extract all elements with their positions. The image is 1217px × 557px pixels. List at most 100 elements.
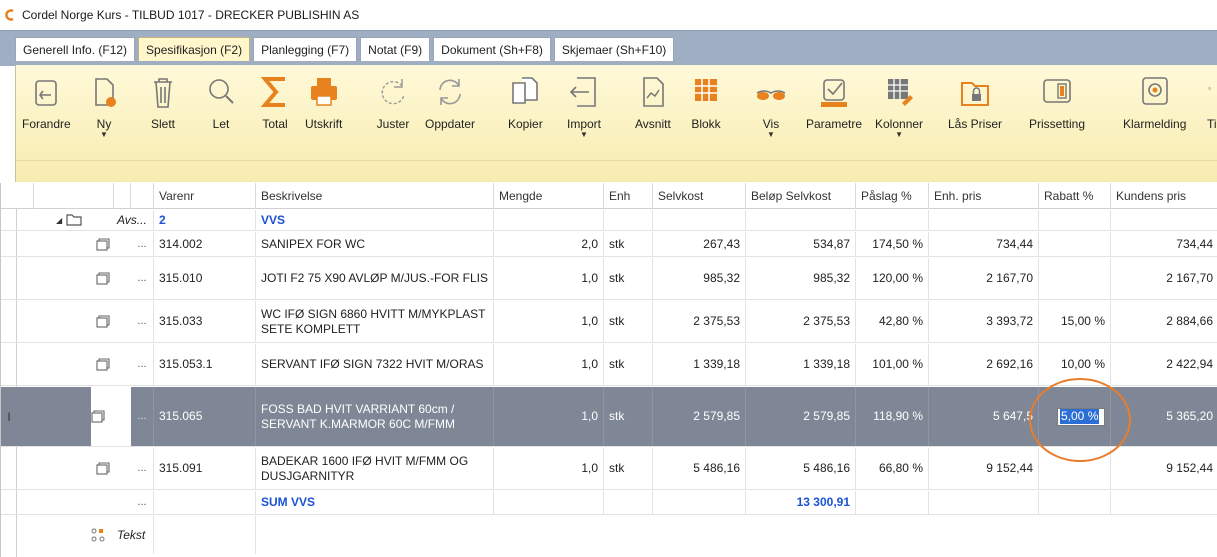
let-button[interactable]: Let xyxy=(204,73,238,155)
cell-varenr[interactable]: 315.033 xyxy=(154,301,256,342)
ny-button[interactable]: Ny ▼ xyxy=(87,73,121,155)
cell-enh-pris[interactable]: 9 152,44 xyxy=(929,448,1039,489)
cell-mengde[interactable]: 2,0 xyxy=(494,232,604,256)
cell-mengde[interactable]: 1,0 xyxy=(494,344,604,385)
cell-varenr[interactable]: 315.065 xyxy=(154,387,256,446)
tab-planlegging[interactable]: Planlegging (F7) xyxy=(253,37,358,61)
table-row-selected[interactable]: I ... 315.065 FOSS BAD HVIT VARRIANT 60c… xyxy=(1,387,1217,447)
cell-beskrivelse[interactable]: SERVANT IFØ SIGN 7322 HVIT M/ORAS xyxy=(256,344,494,385)
table-row[interactable]: ... 314.002 SANIPEX FOR WC 2,0 stk 267,4… xyxy=(1,232,1217,257)
tab-spesifikasjon[interactable]: Spesifikasjon (F2) xyxy=(138,37,251,61)
tab-skjemaer[interactable]: Skjemaer (Sh+F10) xyxy=(553,37,675,61)
cell-beskrivelse[interactable]: BADEKAR 1600 IFØ HVIT M/FMM OG DUSJGARNI… xyxy=(256,448,494,489)
cell-enh[interactable]: stk xyxy=(604,232,653,256)
cell-kundens-pris[interactable]: 734,44 xyxy=(1111,232,1217,256)
vis-button[interactable]: Vis ▼ xyxy=(754,73,788,155)
kopier-button[interactable]: Kopier xyxy=(508,73,543,155)
cell-varenr[interactable]: 315.091 xyxy=(154,448,256,489)
avsnitt-button[interactable]: Avsnitt xyxy=(635,73,671,155)
cell-kundens-pris[interactable]: 2 422,94 xyxy=(1111,344,1217,385)
cell-rabatt[interactable]: 15,00 % xyxy=(1039,301,1111,342)
cell-selvkost[interactable]: 2 579,85 xyxy=(653,387,746,446)
header-belop-selvkost[interactable]: Beløp Selvkost xyxy=(746,183,856,209)
cell-mengde[interactable]: 1,0 xyxy=(494,301,604,342)
header-enh[interactable]: Enh xyxy=(604,183,653,209)
header-selvkost[interactable]: Selvkost xyxy=(653,183,746,209)
klarmelding-button[interactable]: Klarmelding xyxy=(1123,73,1186,155)
cell-rabatt[interactable] xyxy=(1039,258,1111,299)
cell-kundens-pris[interactable]: 9 152,44 xyxy=(1111,448,1217,489)
juster-button[interactable]: Juster xyxy=(376,73,410,155)
cell-paslag[interactable]: 101,00 % xyxy=(856,344,929,385)
sum-row[interactable]: ... SUM VVS 13 300,91 xyxy=(1,491,1217,515)
cell-paslag[interactable]: 174,50 % xyxy=(856,232,929,256)
cell-enh[interactable]: stk xyxy=(604,448,653,489)
rabatt-edit-value[interactable]: 5,00 % xyxy=(1060,409,1100,424)
prissetting-button[interactable]: Prissetting xyxy=(1029,73,1085,155)
blokk-button[interactable]: Blokk xyxy=(689,73,723,155)
cell-enh[interactable]: stk xyxy=(604,258,653,299)
cell-enh[interactable]: stk xyxy=(604,387,653,446)
table-row[interactable]: ... 315.091 BADEKAR 1600 IFØ HVIT M/FMM … xyxy=(1,448,1217,490)
cell-enh[interactable]: stk xyxy=(604,344,653,385)
oppdater-button[interactable]: Oppdater xyxy=(425,73,475,155)
cell-rabatt[interactable] xyxy=(1039,232,1111,256)
cell-belop-selvkost[interactable]: 2 375,53 xyxy=(746,301,856,342)
cell-belop-selvkost[interactable]: 2 579,85 xyxy=(746,387,856,446)
header-mengde[interactable]: Mengde xyxy=(494,183,604,209)
cell-paslag[interactable]: 66,80 % xyxy=(856,448,929,489)
cell-kundens-pris[interactable]: 2 884,66 xyxy=(1111,301,1217,342)
cell-mengde[interactable]: 1,0 xyxy=(494,387,604,446)
ti-button[interactable]: Ti xyxy=(1207,73,1217,155)
cell-varenr[interactable]: 315.053.1 xyxy=(154,344,256,385)
row-menu-dots[interactable]: ... xyxy=(131,232,154,256)
cell-kundens-pris[interactable]: 5 365,20 xyxy=(1111,387,1217,446)
cell-kundens-pris[interactable]: 2 167,70 xyxy=(1111,258,1217,299)
text-row[interactable]: Tekst xyxy=(1,516,1217,554)
cell-selvkost[interactable]: 5 486,16 xyxy=(653,448,746,489)
total-button[interactable]: Total xyxy=(258,73,292,155)
cell-varenr[interactable]: 314.002 xyxy=(154,232,256,256)
cell-selvkost[interactable]: 2 375,53 xyxy=(653,301,746,342)
row-menu-dots[interactable]: ... xyxy=(131,491,154,514)
cell-beskrivelse[interactable]: SANIPEX FOR WC xyxy=(256,232,494,256)
cell-beskrivelse[interactable]: WC IFØ SIGN 6860 HVITT M/MYKPLAST SETE K… xyxy=(256,301,494,342)
table-row[interactable]: ... 315.010 JOTI F2 75 X90 AVLØP M/JUS.-… xyxy=(1,258,1217,300)
tab-generell-info[interactable]: Generell Info. (F12) xyxy=(15,37,136,61)
cell-selvkost[interactable]: 985,32 xyxy=(653,258,746,299)
cell-belop-selvkost[interactable]: 534,87 xyxy=(746,232,856,256)
row-menu-dots[interactable]: ... xyxy=(131,387,154,446)
group-toggle[interactable]: ◢ xyxy=(56,210,96,230)
cell-rabatt[interactable] xyxy=(1039,448,1111,489)
group-row[interactable]: ◢ Avs... 2 VVS xyxy=(1,210,1217,231)
cell-beskrivelse[interactable]: FOSS BAD HVIT VARRIANT 60cm / SERVANT K.… xyxy=(256,387,494,446)
collapse-triangle-icon[interactable]: ◢ xyxy=(56,213,62,228)
tab-notat[interactable]: Notat (F9) xyxy=(360,37,431,61)
cell-paslag[interactable]: 120,00 % xyxy=(856,258,929,299)
cell-paslag[interactable]: 42,80 % xyxy=(856,301,929,342)
row-menu-dots[interactable]: ... xyxy=(131,344,154,385)
import-button[interactable]: Import ▼ xyxy=(567,73,601,155)
header-paslag[interactable]: Påslag % xyxy=(856,183,929,209)
header-enh-pris[interactable]: Enh. pris xyxy=(929,183,1039,209)
cell-rabatt-editing[interactable]: 5,00 % xyxy=(1039,387,1111,446)
las-priser-button[interactable]: Lås Priser xyxy=(948,73,1002,155)
cell-mengde[interactable]: 1,0 xyxy=(494,258,604,299)
cell-enh-pris[interactable]: 5 647,5 xyxy=(929,387,1039,446)
row-menu-dots[interactable]: ... xyxy=(131,301,154,342)
utskrift-button[interactable]: Utskrift xyxy=(305,73,342,155)
rabatt-edit-input[interactable]: 5,00 % xyxy=(1057,407,1105,426)
cell-varenr[interactable]: 315.010 xyxy=(154,258,256,299)
cell-belop-selvkost[interactable]: 1 339,18 xyxy=(746,344,856,385)
kolonner-button[interactable]: Kolonner ▼ xyxy=(875,73,923,155)
cell-beskrivelse[interactable]: JOTI F2 75 X90 AVLØP M/JUS.-FOR FLIS xyxy=(256,258,494,299)
cell-selvkost[interactable]: 1 339,18 xyxy=(653,344,746,385)
parametre-button[interactable]: Parametre xyxy=(806,73,862,155)
cell-enh[interactable]: stk xyxy=(604,301,653,342)
header-kundens-pris[interactable]: Kundens pris xyxy=(1111,183,1217,209)
cell-belop-selvkost[interactable]: 5 486,16 xyxy=(746,448,856,489)
cell-enh-pris[interactable]: 734,44 xyxy=(929,232,1039,256)
header-varenr[interactable]: Varenr xyxy=(154,183,256,209)
tab-dokument[interactable]: Dokument (Sh+F8) xyxy=(433,37,551,61)
header-rabatt[interactable]: Rabatt % xyxy=(1039,183,1111,209)
